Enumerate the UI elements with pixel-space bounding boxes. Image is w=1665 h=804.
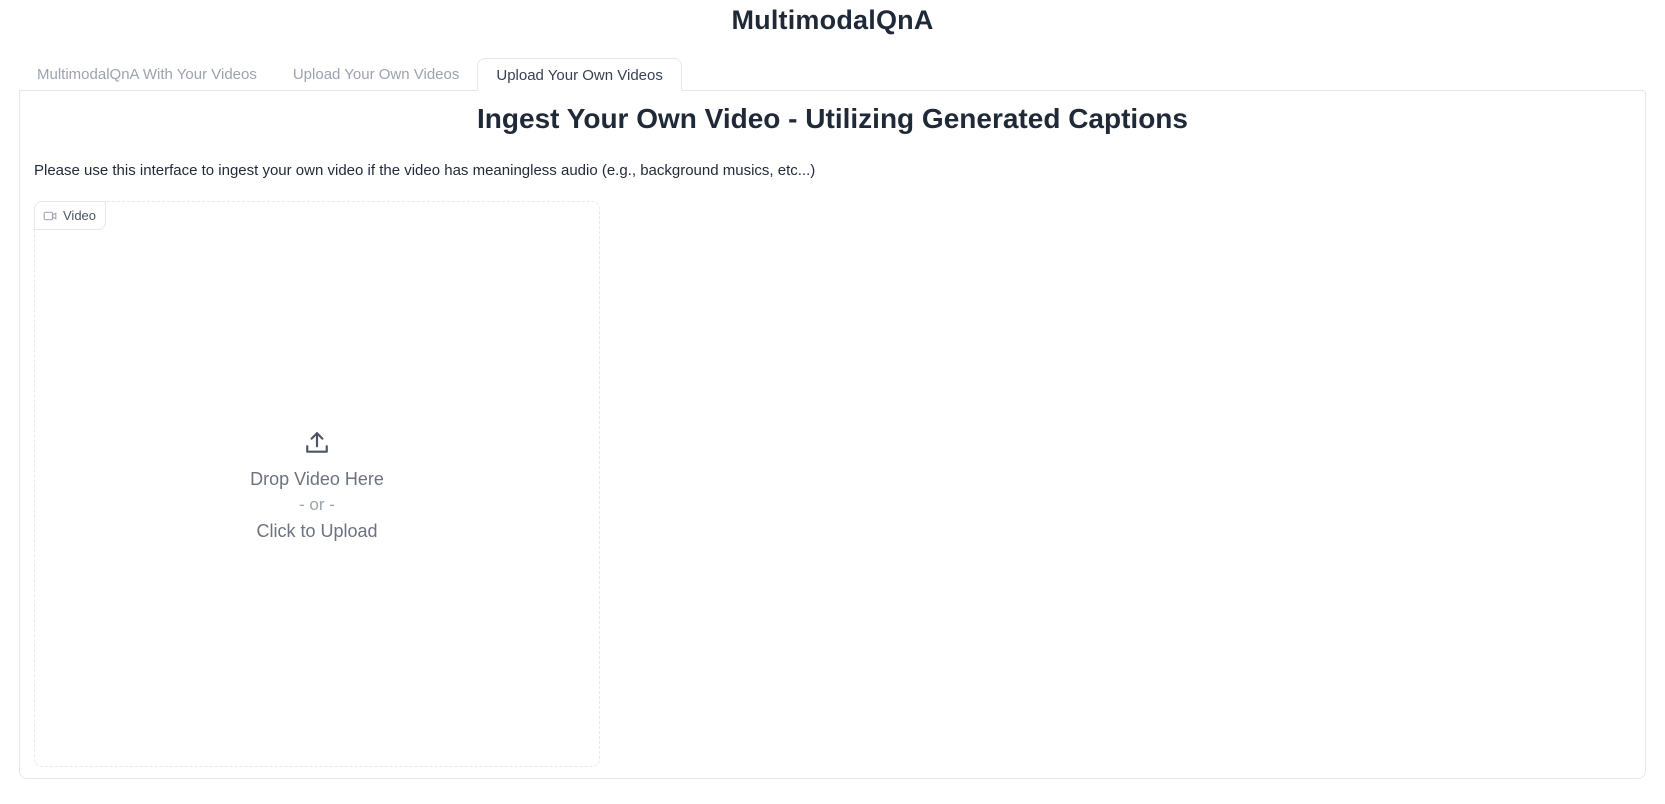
video-icon xyxy=(43,211,57,220)
tab-upload-your-own-videos-captions[interactable]: Upload Your Own Videos xyxy=(477,58,682,91)
or-separator-text: - or - xyxy=(299,495,335,514)
panel-description: Please use this interface to ingest your… xyxy=(34,162,816,179)
drop-video-text: Drop Video Here xyxy=(250,469,384,489)
app-title: MultimodalQnA xyxy=(731,5,934,35)
tab-upload-your-own-videos[interactable]: Upload Your Own Videos xyxy=(275,58,478,91)
upload-icon xyxy=(306,432,328,453)
upload-prompt: Drop Video Here - or - Click to Upload xyxy=(35,430,599,544)
video-label: Video xyxy=(63,208,97,223)
video-upload-dropzone[interactable]: Video Drop Video Here - or - Click to Up… xyxy=(34,201,600,767)
tab-multimodalqna-with-your-videos[interactable]: MultimodalQnA With Your Videos xyxy=(19,58,275,91)
panel-heading: Ingest Your Own Video - Utilizing Genera… xyxy=(477,103,1188,134)
tab-bar: MultimodalQnA With Your Videos Upload Yo… xyxy=(19,58,682,91)
video-label-badge: Video xyxy=(34,201,107,230)
tab-panel: Ingest Your Own Video - Utilizing Genera… xyxy=(19,90,1646,779)
click-to-upload-text[interactable]: Click to Upload xyxy=(256,518,377,544)
